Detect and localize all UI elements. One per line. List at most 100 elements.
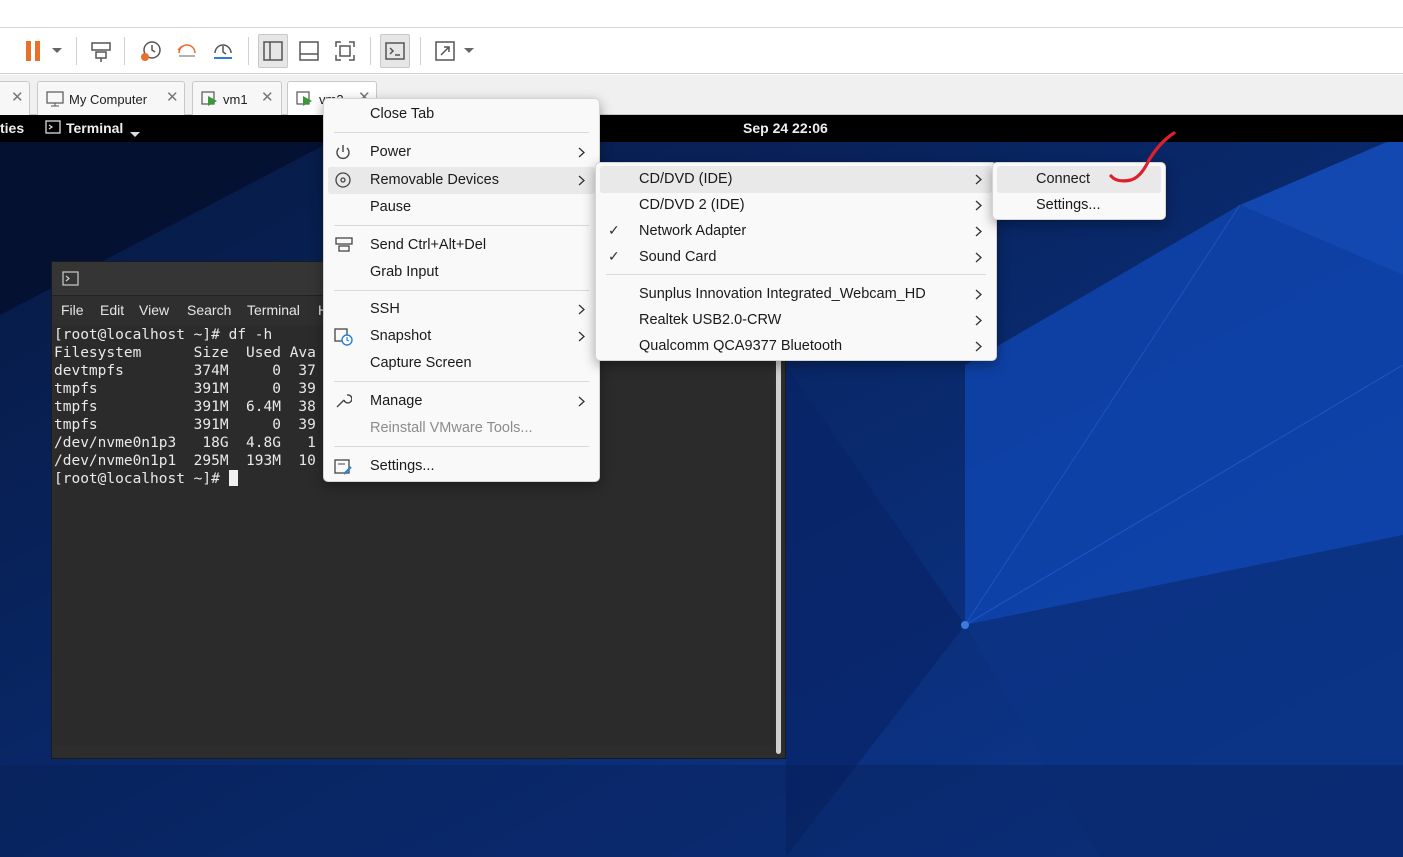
submenu-item-bluetooth[interactable]: Qualcomm QCA9377 Bluetooth (600, 333, 992, 360)
menu-separator (334, 381, 589, 382)
tab-my-computer[interactable]: My Computer ✕ (37, 81, 185, 115)
menu-item-settings[interactable]: Settings... (328, 453, 595, 480)
submenu-item-card-reader[interactable]: Realtek USB2.0-CRW (600, 307, 992, 334)
menu-item-close-tab[interactable]: Close Tab (328, 101, 595, 128)
chevron-right-icon (578, 330, 585, 346)
menu-item-label: Pause (370, 199, 412, 215)
menu-separator (334, 225, 589, 226)
menu-item-capture-screen[interactable]: Capture Screen (328, 350, 595, 377)
chevron-right-icon (975, 199, 982, 215)
terminal-line: Filesystem Size Used Ava (54, 345, 316, 361)
title-strip (0, 0, 1403, 28)
app-menu[interactable]: Terminal (66, 120, 123, 136)
stretch-dropdown-icon[interactable] (462, 34, 476, 68)
menu-view[interactable]: View (139, 302, 169, 318)
chevron-right-icon (578, 303, 585, 319)
close-icon[interactable]: ✕ (261, 88, 274, 106)
menu-item-label: CD/DVD 2 (IDE) (639, 197, 745, 213)
terminal-app-icon (45, 119, 61, 138)
menu-item-label: Sunplus Innovation Integrated_Webcam_HD (639, 286, 926, 302)
removable-devices-submenu: CD/DVD (IDE) CD/DVD 2 (IDE) ✓ Network Ad… (595, 162, 997, 361)
menu-terminal[interactable]: Terminal (247, 302, 300, 318)
menu-item-label: Power (370, 144, 412, 160)
menu-item-label: Manage (370, 393, 423, 409)
menu-item-snapshot[interactable]: Snapshot (328, 323, 595, 350)
menu-item-label: Reinstall VMware Tools... (370, 420, 533, 436)
menu-separator (606, 274, 986, 275)
menu-item-label: Snapshot (370, 328, 432, 344)
terminal-line: [root@localhost ~]# df -h (54, 327, 273, 343)
menu-item-pause[interactable]: Pause (328, 194, 595, 221)
pause-icon[interactable] (20, 34, 46, 68)
tab-bar: ✕ My Computer ✕ vm1 ✕ vm2 ✕ (0, 75, 1403, 115)
menu-item-manage[interactable]: Manage (328, 388, 595, 415)
menu-item-label: SSH (370, 301, 400, 317)
menu-item-label: Grab Input (370, 264, 439, 280)
menu-item-removable-devices[interactable]: Removable Devices (328, 167, 595, 194)
disc-icon (334, 171, 352, 193)
submenu-item-network-adapter[interactable]: ✓ Network Adapter (600, 218, 992, 245)
menu-edit[interactable]: Edit (100, 302, 124, 318)
checkmark-icon: ✓ (608, 222, 620, 238)
menu-item-label: Sound Card (639, 249, 717, 265)
send-ctrl-alt-del-icon[interactable] (86, 34, 116, 68)
menu-file[interactable]: File (61, 302, 84, 318)
thumbnail-bar-icon[interactable] (294, 34, 324, 68)
submenu-item-cd-settings[interactable]: Settings... (997, 192, 1161, 219)
menu-separator (334, 446, 589, 447)
submenu-item-cd-dvd-2-ide[interactable]: CD/DVD 2 (IDE) (600, 192, 992, 219)
console-view-icon[interactable] (380, 34, 410, 68)
chevron-right-icon (975, 288, 982, 304)
menu-item-label: Qualcomm QCA9377 Bluetooth (639, 338, 843, 354)
submenu-item-sound-card[interactable]: ✓ Sound Card (600, 244, 992, 271)
vm-running-icon (201, 91, 219, 110)
submenu-item-cd-dvd-ide[interactable]: CD/DVD (IDE) (600, 166, 992, 193)
activities-button[interactable]: ties (0, 120, 24, 136)
menu-item-ssh[interactable]: SSH (328, 296, 595, 323)
menu-item-label: Removable Devices (370, 172, 499, 188)
menu-separator (334, 290, 589, 291)
close-icon[interactable]: ✕ (166, 88, 179, 106)
terminal-prompt: [root@localhost ~]# (54, 471, 229, 487)
chevron-right-icon (578, 146, 585, 162)
gnome-top-bar: ties Terminal Sep 24 22:06 (0, 115, 1403, 142)
stretch-guest-icon[interactable] (430, 34, 460, 68)
tab-vm1[interactable]: vm1 ✕ (192, 81, 282, 115)
text-cursor (228, 470, 238, 486)
chevron-right-icon (975, 173, 982, 189)
pause-dropdown-icon[interactable] (48, 34, 66, 68)
chevron-right-icon (975, 225, 982, 241)
submenu-item-webcam[interactable]: Sunplus Innovation Integrated_Webcam_HD (600, 281, 992, 308)
take-snapshot-icon[interactable] (136, 34, 166, 68)
terminal-scrollbar[interactable] (776, 326, 781, 754)
toolbar-separator (420, 37, 421, 65)
snapshot-icon (334, 327, 354, 351)
menu-item-label: Settings... (1036, 197, 1101, 213)
menu-item-reinstall-tools: Reinstall VMware Tools... (328, 415, 595, 442)
menu-search[interactable]: Search (187, 302, 231, 318)
snapshot-manager-icon[interactable] (208, 34, 238, 68)
toolbar-separator (248, 37, 249, 65)
full-screen-icon[interactable] (330, 34, 360, 68)
chevron-right-icon (975, 340, 982, 356)
close-icon[interactable]: ✕ (11, 88, 24, 106)
toolbar-separator (370, 37, 371, 65)
terminal-line: /dev/nvme0n1p1 295M 193M 10 (54, 453, 316, 469)
revert-snapshot-icon[interactable] (172, 34, 202, 68)
menu-item-power[interactable]: Power (328, 139, 595, 166)
menu-item-label: Network Adapter (639, 223, 747, 239)
chevron-right-icon (975, 314, 982, 330)
tab-label: My Computer (69, 92, 148, 107)
power-icon (334, 143, 352, 165)
show-library-icon[interactable] (258, 34, 288, 68)
terminal-line: tmpfs 391M 6.4M 38 (54, 399, 316, 415)
tab-hidden[interactable]: ✕ (0, 81, 30, 115)
menu-item-label: Close Tab (370, 106, 435, 122)
wrench-icon (334, 392, 353, 414)
settings-icon (334, 457, 354, 481)
menu-item-send-ctrl-alt-del[interactable]: Send Ctrl+Alt+Del (328, 232, 595, 259)
menu-item-grab-input[interactable]: Grab Input (328, 259, 595, 286)
clock[interactable]: Sep 24 22:06 (743, 120, 828, 136)
chevron-down-icon (130, 125, 140, 141)
chevron-right-icon (975, 251, 982, 267)
